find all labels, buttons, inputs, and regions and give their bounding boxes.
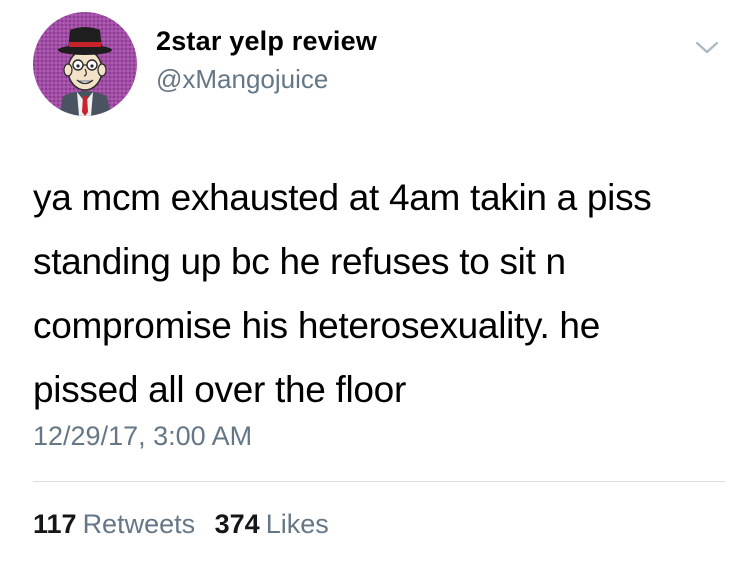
tweet-text-line: ya mcm exhausted at 4am takin a piss <box>33 177 652 218</box>
tweet-timestamp: 12/29/17, 3:00 AM <box>33 421 253 451</box>
chevron-down-icon[interactable] <box>692 36 722 58</box>
tweet-text-line: standing up bc he refuses to sit n <box>33 241 566 282</box>
retweets-stat[interactable]: 117 Retweets <box>33 509 195 540</box>
likes-count: 374 <box>214 509 260 539</box>
display-name[interactable]: 2star yelp review <box>156 26 377 57</box>
avatar-image <box>33 12 137 116</box>
tweet-card: 2star yelp review @xMangojuice ya mcm ex… <box>0 0 750 561</box>
divider <box>33 481 725 482</box>
retweets-label: Retweets <box>82 509 196 539</box>
tweet-text: ya mcm exhausted at 4am takin a piss sta… <box>33 166 733 422</box>
tweet-text-line: pissed all over the floor <box>33 369 406 410</box>
tweet-stats: 117 Retweets 374 Likes <box>33 509 329 540</box>
retweets-count: 117 <box>33 509 77 539</box>
avatar[interactable] <box>33 12 137 116</box>
likes-label: Likes <box>265 509 329 539</box>
likes-stat[interactable]: 374 Likes <box>215 509 329 540</box>
user-handle[interactable]: @xMangojuice <box>156 64 328 95</box>
tweet-text-line: compromise his heterosexuality. he <box>33 305 600 346</box>
